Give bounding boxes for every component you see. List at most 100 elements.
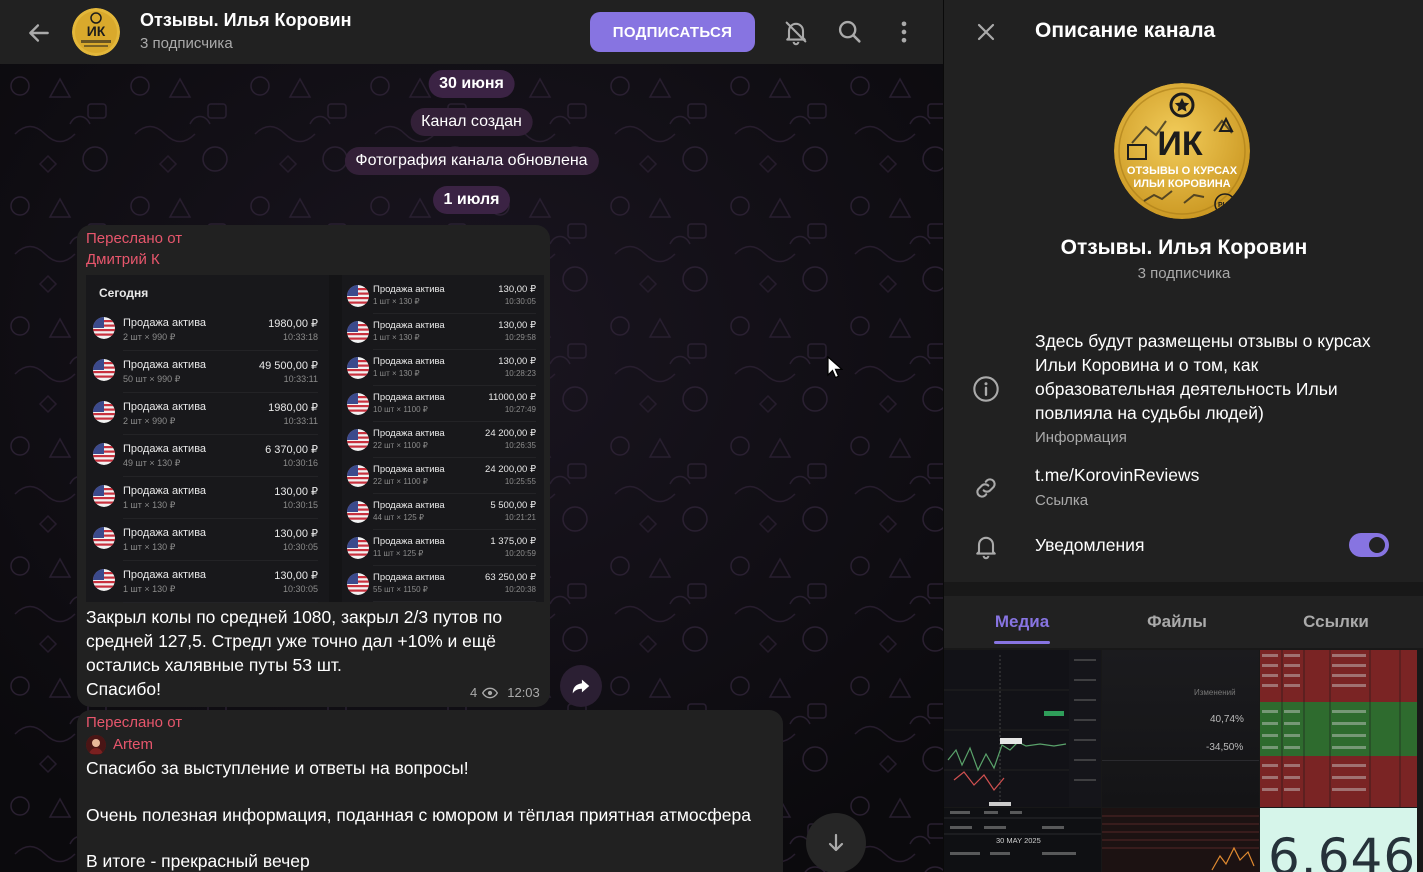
message-line: остались халявные путы 53 шт. [86,655,342,675]
media-thumbnail[interactable]: Изменений 40,74% -34,50% [1102,650,1259,807]
us-flag-icon [347,357,369,379]
chart-preview-icon [944,650,1101,807]
message-line: Спасибо за выступление и ответы на вопро… [86,758,469,778]
transaction-time: 10:25:55 [504,477,536,486]
media-thumbnail[interactable] [1102,808,1259,872]
transaction-amount: 6 370,00 ₽ [265,444,318,456]
transaction-time: 10:33:11 [283,416,318,426]
transaction-time: 10:28:23 [504,369,536,378]
transaction-amount: 1980,00 ₽ [268,318,318,330]
thumbnail-label: Изменений [1194,688,1236,697]
description-line: повлияла на судьбы людей) [1035,403,1264,423]
tab-links[interactable]: Ссылки [1288,596,1384,648]
transaction-time: 10:33:18 [282,332,318,342]
channel-avatar[interactable]: ИК [72,8,120,56]
transaction-quantity: 22 шт × 1100 ₽ [373,477,428,486]
asset-flag [93,485,115,507]
transaction-quantity: 49 шт × 130 ₽ [123,458,181,468]
media-grid: Изменений 40,74% -34,50% 30 MAY 2025 6.6… [944,650,1423,872]
channel-logo-icon: ИК ОТЗЫВЫ О КУРСАХ ИЛЬИ КОРОВИНА PUT [1114,83,1250,219]
mute-bell-icon[interactable] [782,18,810,46]
active-tab-indicator [994,641,1050,644]
chart-preview-icon [1102,808,1259,872]
forwarded-from-name[interactable]: Artem [113,736,153,753]
transaction-title: Продажа актива [373,428,445,439]
message-bubble[interactable]: Переслано от Дмитрий К Сегодня Продажа а… [77,225,550,707]
transaction-amount: 1 375,00 ₽ [490,536,536,547]
transaction-quantity: 1 шт × 130 ₽ [373,333,420,342]
channel-logo-icon: ИК [72,8,120,56]
transaction-row: Продажа актива 44 шт × 125 ₽ 5 500,00 ₽ 10:… [342,494,544,530]
transaction-amount: 130,00 ₽ [498,284,536,295]
divider [1102,760,1259,761]
transaction-amount: 24 200,00 ₽ [485,428,536,439]
transaction-row: Продажа актива 10 шт × 1100 ₽ 11000,00 ₽ 10… [342,386,544,422]
media-thumbnail[interactable] [1260,650,1417,807]
thumbnail-value: -34,50% [1206,742,1244,753]
transaction-quantity: 50 шт × 990 ₽ [123,374,181,384]
transaction-quantity: 44 шт × 125 ₽ [373,513,424,522]
bell-icon [976,536,996,560]
channel-description: Здесь будут размещены отзывы о курсах Ил… [1035,329,1415,425]
transaction-row: Продажа актива 1 шт × 130 ₽ 130,00 ₽ 10:29:… [342,314,544,350]
us-flag-icon [347,429,369,451]
channel-info-panel: Описание канала ИК ОТЗЫВЫ О КУРСАХ ИЛЬИ … [943,0,1423,872]
description-line: Ильи Коровина и о том, как [1035,355,1259,375]
subscribe-button[interactable]: ПОДПИСАТЬСЯ [590,12,755,52]
channel-link[interactable]: t.me/KorovinReviews [1035,463,1199,487]
close-icon[interactable] [974,20,998,44]
tab-files[interactable]: Файлы [1129,596,1225,648]
search-icon[interactable] [836,18,864,46]
us-flag-icon [93,359,115,381]
share-button[interactable] [560,665,602,707]
transaction-title: Продажа актива [373,536,445,547]
row-divider [123,602,318,603]
asset-flag [347,573,369,595]
notifications-toggle[interactable] [1349,533,1389,557]
transaction-row: Продажа актива 2 шт × 990 ₽ 1980,00 ₽ 10:33… [86,393,329,435]
chat-header: ИК Отзывы. Илья Коровин 3 подписчика ПОД… [0,0,943,64]
service-message-photo-updated: Фотография канала обновлена [344,147,599,175]
transaction-amount: 49 500,00 ₽ [259,360,318,372]
view-count: 4 [470,685,478,700]
us-flag-icon [93,485,115,507]
transaction-time: 10:33:11 [283,374,318,384]
message-line: средней 127,5. Стредл уже точно дал +10%… [86,631,497,651]
back-arrow-icon[interactable] [26,20,52,46]
transaction-row: Продажа актива 1 шт × 130 ₽ 130,00 ₽ 10:30:… [86,477,329,519]
media-thumbnail[interactable] [944,650,1101,807]
service-message-channel-created: Канал создан [410,108,533,136]
transaction-quantity: 1 шт × 130 ₽ [123,500,176,510]
transaction-title: Продажа актива [123,401,207,413]
transaction-amount: 130,00 ₽ [498,320,536,331]
us-flag-icon [93,443,115,465]
scroll-to-bottom-button[interactable] [806,813,866,872]
asset-flag [347,321,369,343]
more-vertical-icon[interactable] [890,18,918,46]
media-tabs: Медиа Файлы Ссылки [944,596,1423,648]
asset-flag [93,443,115,465]
channel-avatar-large[interactable]: ИК ОТЗЫВЫ О КУРСАХ ИЛЬИ КОРОВИНА PUT [1114,83,1250,219]
asset-flag [93,317,115,339]
sender-avatar[interactable] [86,735,106,755]
media-thumbnail[interactable]: 6.646 [1260,808,1417,872]
message-time: 12:03 [507,685,540,700]
svg-text:ИК: ИК [1157,125,1202,163]
attached-photo[interactable]: Сегодня Продажа актива 2 шт × 990 ₽ 1980,0… [86,275,544,603]
transaction-row: Продажа актива 22 шт × 1100 ₽ 24 200,00 ₽ 1… [342,422,544,458]
panel-title: Описание канала [1035,19,1216,42]
message-bubble[interactable]: Переслано от Artem Спасибо за выступлени… [77,710,783,872]
forwarded-from-name[interactable]: Дмитрий К [86,251,160,268]
transaction-row: Продажа актива 11 шт × 125 ₽ 1 375,00 ₽ 10:… [342,530,544,566]
transaction-title: Продажа актива [123,443,207,455]
media-thumbnail[interactable]: 30 MAY 2025 [944,808,1101,872]
chat-title[interactable]: Отзывы. Илья Коровин [140,10,352,31]
transaction-row: Продажа актива 1 шт × 130 ₽ 130,00 ₽ 10:30:… [342,278,544,314]
toggle-knob [1368,536,1386,554]
us-flag-icon [347,285,369,307]
asset-flag [93,359,115,381]
us-flag-icon [347,321,369,343]
transaction-quantity: 11 шт × 125 ₽ [373,549,424,558]
asset-flag [347,429,369,451]
table-preview-icon [1260,650,1417,807]
